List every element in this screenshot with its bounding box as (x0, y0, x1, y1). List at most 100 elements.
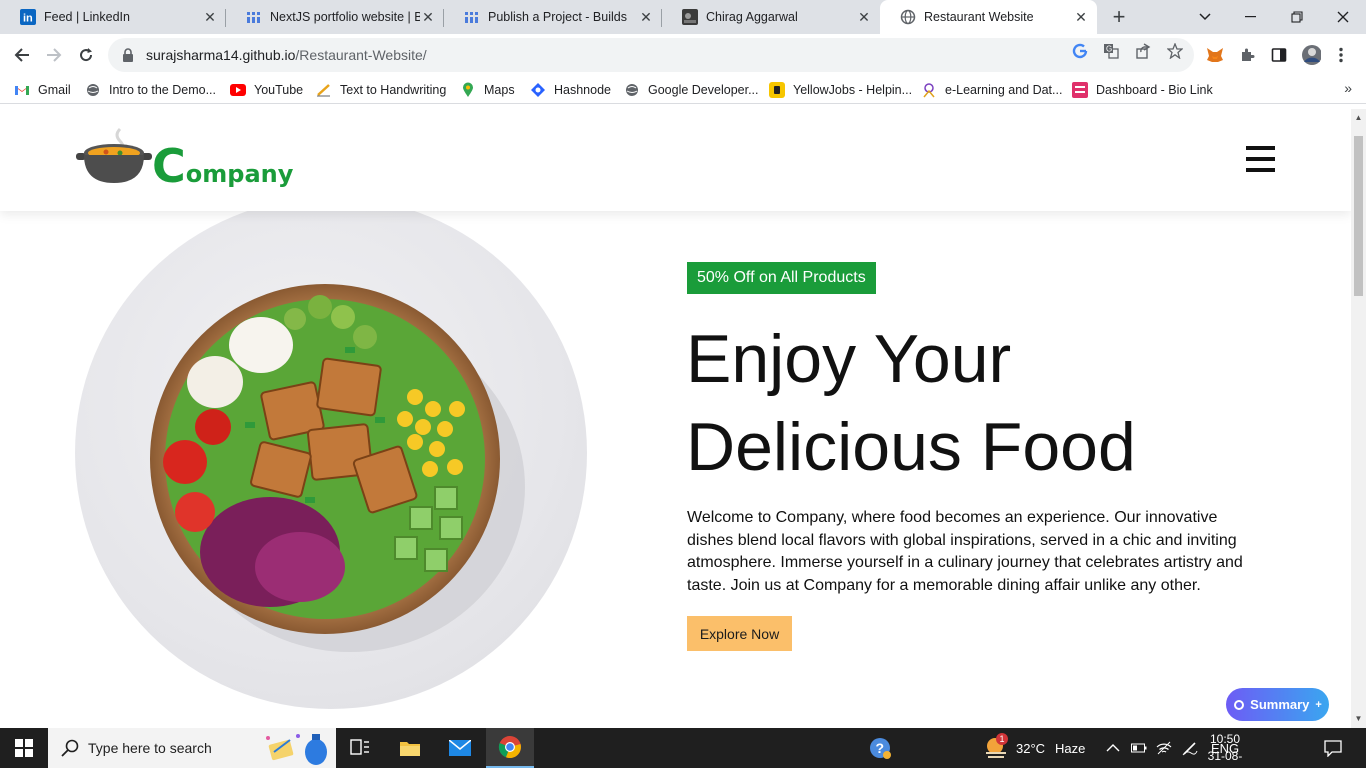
bookmark-maps[interactable]: Maps (460, 80, 515, 100)
logo-rest: ompany (185, 160, 294, 188)
yellowjobs-icon (769, 82, 785, 98)
mail-icon[interactable] (436, 728, 484, 768)
tab-restaurant-website[interactable]: Restaurant Website ✕ (880, 0, 1097, 34)
help-icon[interactable]: ? (868, 728, 892, 768)
url-host: surajsharma14.github.io (146, 47, 296, 63)
metamask-icon[interactable] (1205, 45, 1225, 65)
notifications-icon[interactable] (1324, 728, 1342, 768)
bookmark-label: YellowJobs - Helpin... (793, 83, 913, 97)
close-tab-icon[interactable]: ✕ (202, 9, 218, 25)
bookmark-label: Dashboard - Bio Link (1096, 83, 1213, 97)
elearning-icon (921, 82, 937, 98)
translate-icon[interactable]: G (1102, 42, 1120, 60)
show-hidden-icons-icon[interactable] (1106, 728, 1120, 768)
close-window-icon[interactable] (1320, 0, 1366, 34)
bookmark-yellowjobs[interactable]: YellowJobs - Helpin... (769, 80, 912, 100)
tab-title: Restaurant Website (924, 10, 1034, 24)
bookmark-hashnode[interactable]: Hashnode (530, 80, 611, 100)
explore-now-button[interactable]: Explore Now (687, 616, 792, 651)
summary-widget-button[interactable]: Summary + (1226, 688, 1329, 721)
wifi-icon[interactable] (1156, 728, 1172, 768)
clock-time: 10:50 (1209, 732, 1241, 746)
search-highlight-illustration (266, 734, 327, 765)
back-icon[interactable] (8, 41, 36, 69)
url-text: surajsharma14.github.io/Restaurant-Websi… (146, 47, 427, 63)
bookmark-gmail[interactable]: Gmail (14, 80, 71, 100)
tab-linkedin[interactable]: in Feed | LinkedIn ✕ (0, 0, 226, 34)
weather-widget[interactable]: 1 32°C Haze (984, 728, 1085, 768)
close-tab-icon[interactable]: ✕ (856, 9, 872, 25)
tab-chirag[interactable]: Chirag Aggarwal ✕ (662, 0, 880, 34)
company-logo-text: Company (152, 143, 293, 189)
tab-nextjs-portfolio[interactable]: NextJS portfolio website | By ✕ (226, 0, 444, 34)
taskbar-search-box[interactable]: Type here to search (48, 728, 336, 768)
logo-initial: C (152, 139, 186, 193)
clock-date: 31-08-2023 (1207, 749, 1243, 780)
youtube-icon (230, 82, 246, 98)
share-icon[interactable] (1134, 42, 1152, 60)
scroll-down-icon[interactable]: ▼ (1354, 714, 1363, 723)
hamburger-menu-icon[interactable] (1246, 146, 1275, 172)
tab-title: Publish a Project - Builds (488, 10, 627, 24)
chrome-menu-icon[interactable] (1331, 45, 1351, 65)
weather-temperature: 32°C (1016, 740, 1046, 756)
maps-pin-icon (460, 82, 476, 98)
company-logo[interactable]: Company (76, 123, 293, 189)
builds-icon (246, 9, 262, 25)
bookmark-label: YouTube (254, 83, 304, 97)
close-tab-icon[interactable]: ✕ (1073, 9, 1089, 25)
reload-icon[interactable] (72, 41, 100, 69)
discount-badge: 50% Off on All Products (687, 262, 876, 294)
tab-publish-project[interactable]: Publish a Project - Builds ✕ (444, 0, 662, 34)
bookmark-text-to-handwriting[interactable]: Text to Handwriting (316, 80, 446, 100)
bookmarks-overflow-icon[interactable]: » (1344, 80, 1352, 96)
page-scrollbar[interactable]: ▲ ▼ (1351, 109, 1366, 728)
weather-description: Haze (1055, 740, 1086, 756)
close-tab-icon[interactable]: ✕ (420, 9, 436, 25)
cooking-pot-icon (76, 127, 152, 183)
hamburger-bar (1246, 146, 1275, 150)
globe-icon (900, 9, 916, 25)
hero-headline: Enjoy Your Delicious Food (686, 315, 1286, 491)
bookmark-elearning[interactable]: e-Learning and Dat... (921, 80, 1062, 100)
bookmark-google-developer[interactable]: Google Developer... (624, 80, 759, 100)
weather-haze-icon: 1 (984, 733, 1008, 760)
close-tab-icon[interactable]: ✕ (638, 9, 654, 25)
url-path: /Restaurant-Website/ (295, 47, 427, 63)
food-bowl-image (75, 197, 587, 709)
search-placeholder: Type here to search (88, 740, 212, 756)
google-lens-icon[interactable] (1071, 42, 1089, 60)
scroll-up-icon[interactable]: ▲ (1354, 113, 1363, 122)
profile-avatar-icon[interactable] (1301, 45, 1321, 65)
gmail-icon (14, 82, 30, 98)
tab-search-icon[interactable] (1182, 0, 1228, 34)
bookmark-intro-demo[interactable]: Intro to the Demo... (85, 80, 216, 100)
bookmark-star-icon[interactable] (1166, 42, 1184, 60)
taskbar-clock[interactable]: 10:50 31-08-2023 (1195, 731, 1255, 782)
address-bar[interactable]: surajsharma14.github.io/Restaurant-Websi… (108, 38, 1194, 72)
extensions-puzzle-icon[interactable] (1237, 45, 1257, 65)
lock-icon[interactable] (120, 47, 136, 63)
task-view-icon[interactable] (336, 728, 384, 768)
browser-toolbar: surajsharma14.github.io/Restaurant-Websi… (0, 34, 1366, 76)
bookmark-label: Gmail (38, 83, 71, 97)
new-tab-button[interactable]: + (1107, 4, 1131, 29)
bookmark-label: e-Learning and Dat... (945, 83, 1063, 97)
summary-logo-icon (1234, 699, 1245, 710)
scrollbar-thumb[interactable] (1354, 136, 1363, 296)
battery-icon[interactable] (1131, 728, 1147, 768)
forward-icon[interactable] (40, 41, 68, 69)
headline-line-2: Delicious Food (686, 409, 1136, 485)
bookmark-biolink[interactable]: Dashboard - Bio Link (1072, 80, 1213, 100)
minimize-icon[interactable] (1228, 0, 1274, 34)
windows-start-icon[interactable] (0, 728, 48, 768)
restore-icon[interactable] (1274, 0, 1320, 34)
bookmark-label: Text to Handwriting (340, 83, 447, 97)
browser-tab-strip: in Feed | LinkedIn ✕ NextJS portfolio we… (0, 0, 1366, 34)
page-viewport: Company 50% Off on All Products Enjoy Yo… (0, 109, 1351, 728)
chrome-taskbar-icon[interactable] (486, 728, 534, 768)
side-panel-icon[interactable] (1269, 45, 1289, 65)
file-explorer-icon[interactable] (386, 728, 434, 768)
bookmark-youtube[interactable]: YouTube (230, 80, 303, 100)
globe-icon (85, 82, 101, 98)
